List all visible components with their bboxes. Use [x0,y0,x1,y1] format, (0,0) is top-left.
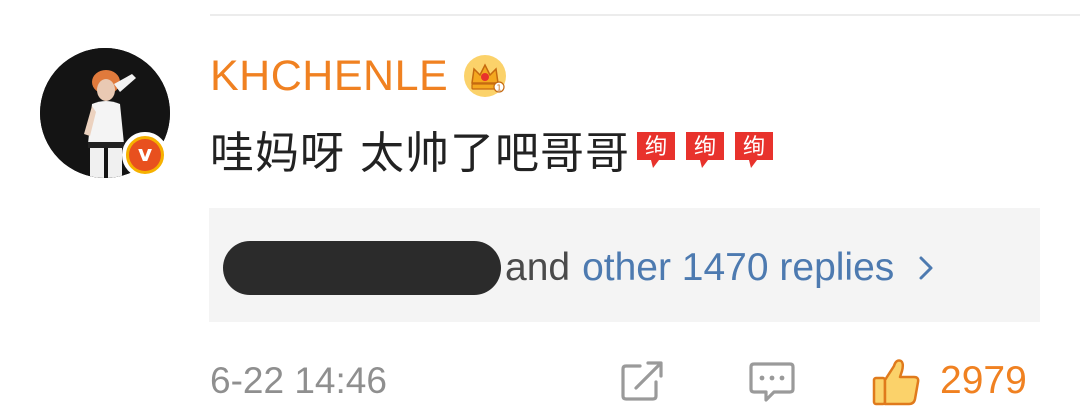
comment-footer: 6-22 14:46 2979 [210,352,1050,410]
verified-v-icon: v [129,139,161,171]
sticker-emoji-icon: 绚 [633,126,679,172]
sticker-label: 绚 [694,135,716,160]
top-divider [210,14,1080,16]
replies-preview[interactable]: and other 1470 replies [209,208,1040,322]
replies-summary[interactable]: and other 1470 replies [505,240,936,296]
sticker-label: 绚 [743,135,765,160]
svg-text:1: 1 [497,84,502,93]
comment-text: 哇妈呀 太帅了吧哥哥 [210,128,630,179]
sticker-emoji-icon: 绚 [731,126,777,172]
sticker-label: 绚 [645,135,667,160]
verified-badge: v [122,132,168,178]
username[interactable]: KHCHENLE [210,52,448,101]
thumbs-up-icon [872,359,920,406]
chevron-right-icon[interactable] [916,253,936,283]
timestamp: 6-22 14:46 [210,360,387,401]
redacted-reply-name [223,241,501,295]
like-count: 2979 [940,359,1027,402]
repost-icon[interactable] [618,358,666,404]
crown-icon[interactable]: 1 [462,53,508,99]
username-row: KHCHENLE 1 [210,50,508,102]
comment-card: v KHCHENLE 1 哇妈呀 太帅了吧哥哥 绚 绚 绚 and other … [0,0,1080,416]
more-replies-link[interactable]: other 1470 replies [582,246,894,290]
comment-icon[interactable] [748,358,796,404]
replies-and-text: and [505,246,571,289]
like-button[interactable]: 2979 [870,352,1027,410]
avatar[interactable]: v [40,48,170,178]
sticker-emoji-icon: 绚 [682,126,728,172]
comment-row: 哇妈呀 太帅了吧哥哥 绚 绚 绚 [210,118,777,180]
